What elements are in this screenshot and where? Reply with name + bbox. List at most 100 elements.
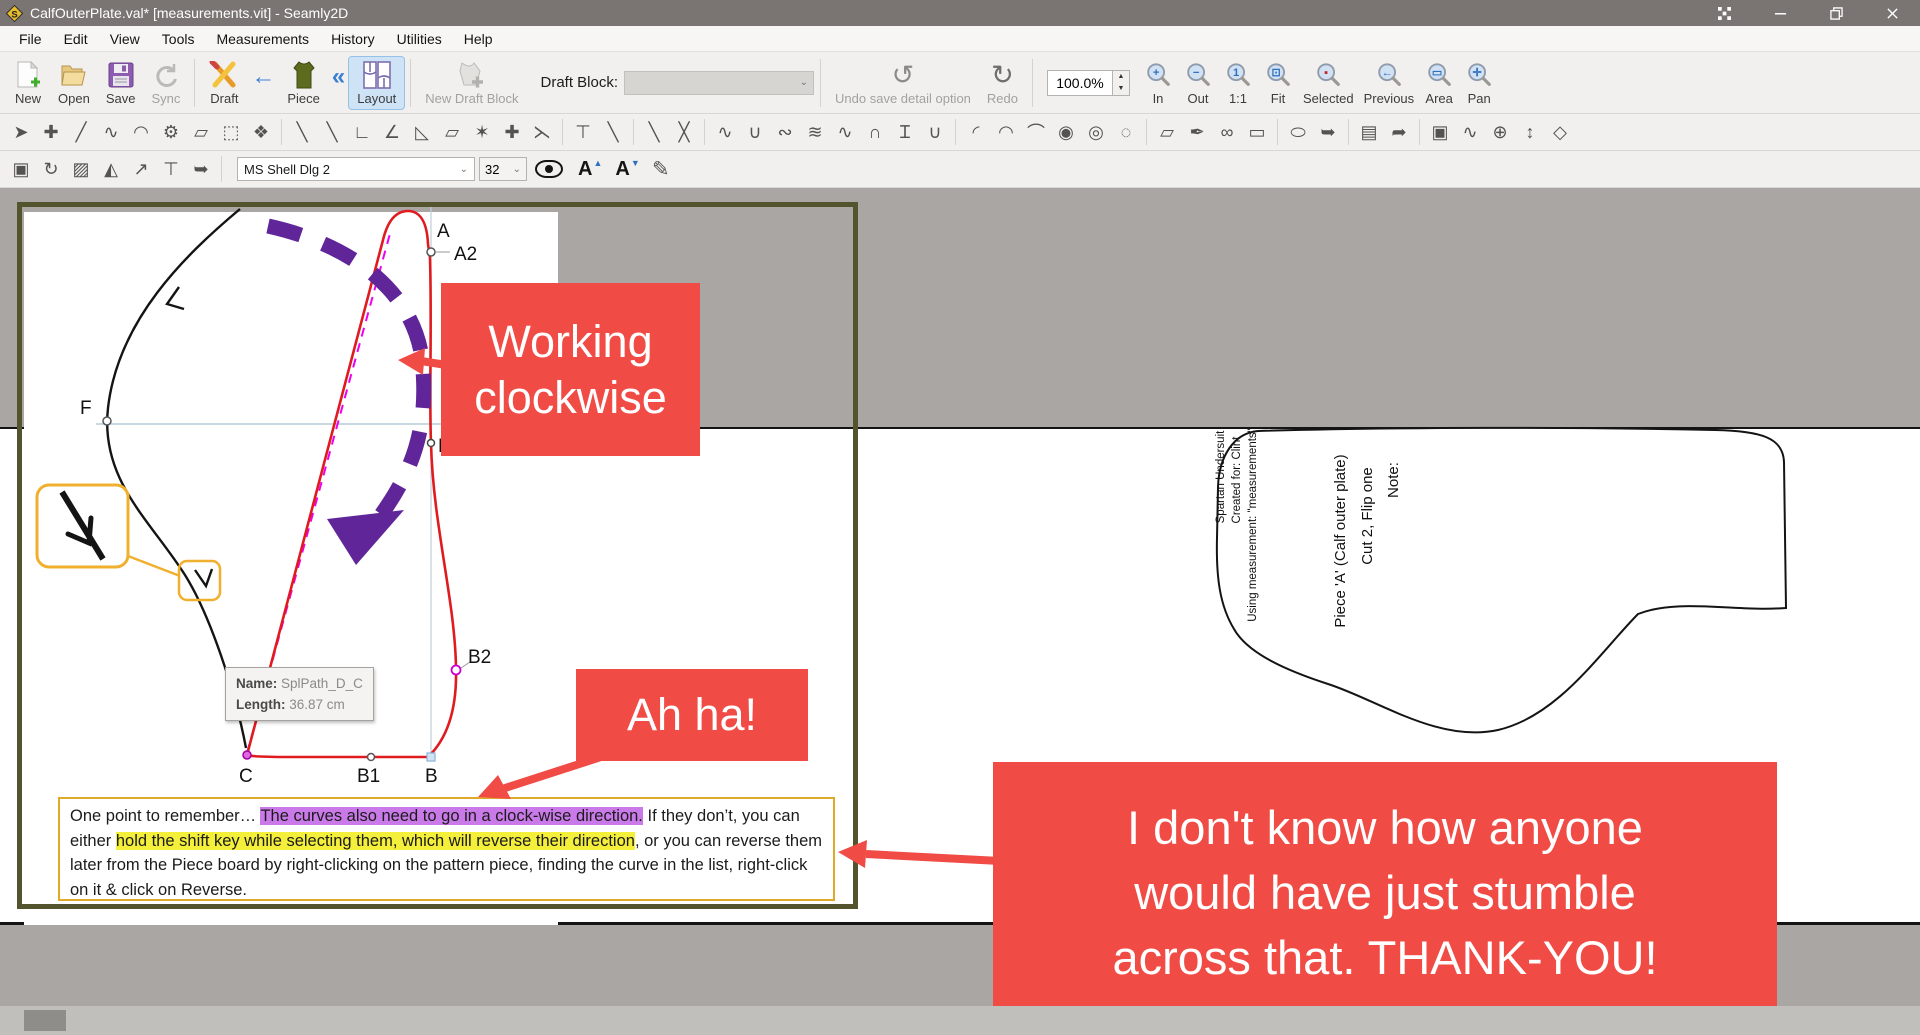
fullscreen-toggle-icon[interactable] xyxy=(1696,0,1752,26)
piece-mode-button[interactable]: Piece xyxy=(279,57,328,109)
rotate-objects-icon[interactable]: ↻ xyxy=(36,154,66,184)
zoom-previous-button[interactable]: ← Previous xyxy=(1359,58,1420,108)
label-pen-icon[interactable]: ✎ xyxy=(646,154,676,184)
zoom-selected-button[interactable]: ▪ Selected xyxy=(1298,58,1359,108)
zoom-pan-button[interactable]: ✛ Pan xyxy=(1459,58,1499,108)
segment-point-icon[interactable]: ╲ xyxy=(598,117,628,147)
Measurements[interactable]: Measurements xyxy=(205,28,320,50)
sync-button[interactable]: Sync xyxy=(143,57,188,109)
export-piece-icon[interactable]: ➥ xyxy=(1313,117,1343,147)
new-draft-block-button[interactable]: New Draft Block xyxy=(417,57,526,109)
line-intersect-icon[interactable]: ╲ xyxy=(639,117,669,147)
select-piece-tool-icon[interactable]: ⬚ xyxy=(216,117,246,147)
midpoint-icon[interactable]: ⊤ xyxy=(568,117,598,147)
spin-up-icon[interactable]: ▲ xyxy=(1113,71,1129,83)
move-origin-icon[interactable]: ⊕ xyxy=(1485,117,1515,147)
true-darts-icon[interactable]: ⊤ xyxy=(156,154,186,184)
horizontal-scroll-area[interactable] xyxy=(0,1006,1920,1035)
font-size-select[interactable]: 32 ⌄ xyxy=(479,157,527,181)
File[interactable]: File xyxy=(8,28,53,50)
curve-h-icon[interactable]: ∾ xyxy=(770,117,800,147)
mirror-objects-icon[interactable]: ◭ xyxy=(96,154,126,184)
pen-piece-icon[interactable]: ✒ xyxy=(1182,117,1212,147)
anchor-point-icon[interactable]: ▣ xyxy=(1425,117,1455,147)
zoom-1to1-button[interactable]: 1 1:1 xyxy=(1218,58,1258,108)
save-button[interactable]: Save xyxy=(98,57,144,109)
quadrilateral-icon[interactable]: ▱ xyxy=(437,117,467,147)
angle-point-icon[interactable]: ∠ xyxy=(377,117,407,147)
curve-w-icon[interactable]: ∪ xyxy=(920,117,950,147)
layout-mode-button[interactable]: Layout xyxy=(349,57,404,109)
star-intersect-icon[interactable]: ✶ xyxy=(467,117,497,147)
ellipse-icon[interactable]: ◌ xyxy=(1111,117,1141,147)
perpendicular-point-icon[interactable]: ∟ xyxy=(347,117,377,147)
to-draft-arrow-icon[interactable]: ← xyxy=(247,63,279,91)
group-objects-icon[interactable]: ▣ xyxy=(6,154,36,184)
settings-tool-icon[interactable]: ⚙ xyxy=(156,117,186,147)
arc-small-icon[interactable]: ◜ xyxy=(961,117,991,147)
point-tool-icon[interactable]: ✚ xyxy=(36,117,66,147)
curve-tilde-icon[interactable]: ∿ xyxy=(830,117,860,147)
height-icon[interactable]: ↕ xyxy=(1515,117,1545,147)
internal-path-icon[interactable]: ▭ xyxy=(1242,117,1272,147)
draft-mode-button[interactable]: Draft xyxy=(201,57,247,109)
new-button[interactable]: New xyxy=(6,57,50,109)
cross-point-icon[interactable]: ✚ xyxy=(497,117,527,147)
point-along-line-icon[interactable]: ╲ xyxy=(317,117,347,147)
union-pieces-icon[interactable]: ∞ xyxy=(1212,117,1242,147)
show-labels-eye-icon[interactable] xyxy=(535,160,563,178)
Edit[interactable]: Edit xyxy=(53,28,99,50)
spline-tool-icon[interactable]: ∿ xyxy=(96,117,126,147)
arrow-pointer-tool-icon[interactable]: ➤ xyxy=(6,117,36,147)
workpiece-tool-icon[interactable]: ▱ xyxy=(186,117,216,147)
zoom-level-spinbox[interactable]: 100.0% ▲▼ xyxy=(1047,70,1130,96)
font-family-select[interactable]: MS Shell Dlg 2 ⌄ xyxy=(237,157,475,181)
draft-block-select[interactable]: ⌄ xyxy=(624,71,814,95)
zoom-in-button[interactable]: + In xyxy=(1138,58,1178,108)
add-piece-icon[interactable]: ▱ xyxy=(1152,117,1182,147)
move-objects-icon[interactable]: ↗ xyxy=(126,154,156,184)
redo-button[interactable]: ↻ Redo xyxy=(979,57,1026,109)
zoom-fit-button[interactable]: ⊡ Fit xyxy=(1258,58,1298,108)
lines-cross-icon[interactable]: ╳ xyxy=(669,117,699,147)
tag-icon[interactable]: ◇ xyxy=(1545,117,1575,147)
to-layout-arrow-icon[interactable]: « xyxy=(328,63,349,91)
export-draft-icon[interactable]: ➥ xyxy=(186,154,216,184)
line-from-point-icon[interactable]: ╲ xyxy=(287,117,317,147)
spin-down-icon[interactable]: ▼ xyxy=(1113,83,1129,95)
arc-big-icon[interactable]: ◠ xyxy=(991,117,1021,147)
layout-pages-tool-icon[interactable]: ❖ xyxy=(246,117,276,147)
arc-tool-icon[interactable]: ◠ xyxy=(126,117,156,147)
View[interactable]: View xyxy=(99,28,151,50)
bisector-point-icon[interactable]: ⋋ xyxy=(527,117,557,147)
curve-icon[interactable]: ∿ xyxy=(710,117,740,147)
close-button[interactable] xyxy=(1864,0,1920,26)
zoom-out-button[interactable]: − Out xyxy=(1178,58,1218,108)
curve-net-icon[interactable]: ≋ xyxy=(800,117,830,147)
History[interactable]: History xyxy=(320,28,386,50)
curve-node-icon[interactable]: ∿ xyxy=(1455,117,1485,147)
undo-button[interactable]: ↺ Undo save detail option xyxy=(827,57,979,109)
decrease-font-button[interactable]: A▼ xyxy=(608,158,645,181)
open-button[interactable]: Open xyxy=(50,57,98,109)
scrollbar-thumb[interactable] xyxy=(24,1010,66,1031)
line-tool-icon[interactable]: ╱ xyxy=(66,117,96,147)
Tools[interactable]: Tools xyxy=(151,28,206,50)
export-layout-icon[interactable]: ➦ xyxy=(1384,117,1414,147)
spiral-icon[interactable]: ◉ xyxy=(1051,117,1081,147)
zoom-area-button[interactable]: ▭ Area xyxy=(1419,58,1459,108)
triangle-point-icon[interactable]: ◺ xyxy=(407,117,437,147)
flip-objects-icon[interactable]: ▨ xyxy=(66,154,96,184)
increase-font-button[interactable]: A▲ xyxy=(571,158,608,181)
arc-cross-icon[interactable]: ⌒ xyxy=(1021,117,1051,147)
pattern-canvas[interactable]: A A2 F E B2 C B1 B Spartan Undersuit Cre… xyxy=(0,188,1920,1035)
Utilities[interactable]: Utilities xyxy=(386,28,453,50)
zoom-level-value[interactable]: 100.0% xyxy=(1047,70,1113,96)
Help[interactable]: Help xyxy=(453,28,504,50)
print-layout-icon[interactable]: ▤ xyxy=(1354,117,1384,147)
insert-node-icon[interactable]: ⬭ xyxy=(1283,117,1313,147)
circles-intersect-icon[interactable]: ◎ xyxy=(1081,117,1111,147)
minimize-button[interactable] xyxy=(1752,0,1808,26)
curve-path-icon[interactable]: ∪ xyxy=(740,117,770,147)
restore-button[interactable] xyxy=(1808,0,1864,26)
